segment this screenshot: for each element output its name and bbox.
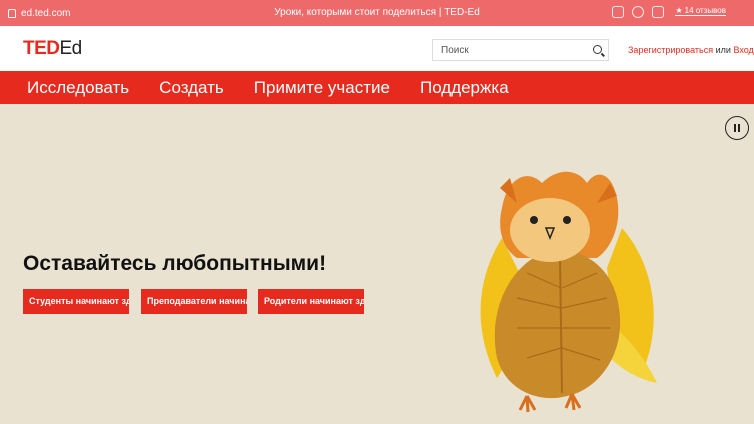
- nav-item-create[interactable]: Создать: [159, 78, 224, 98]
- bookmark-icon[interactable]: [652, 6, 664, 18]
- hero-headline: Оставайтесь любопытными!: [23, 252, 327, 275]
- reader-mode-icon[interactable]: [612, 6, 624, 18]
- students-start-button[interactable]: Студенты начинают здесь: [23, 289, 129, 314]
- star-icon: ★: [675, 6, 683, 15]
- logo-ted: TED: [23, 38, 60, 59]
- teachers-start-button[interactable]: Преподаватели начинают здесь: [141, 289, 247, 314]
- search-input[interactable]: [433, 40, 583, 61]
- login-link[interactable]: Вход: [733, 45, 753, 55]
- reviews-label: 14 отзывов: [684, 6, 726, 15]
- search-icon[interactable]: [593, 45, 602, 54]
- or-text: или: [715, 45, 731, 55]
- logo-ed: Ed: [59, 38, 83, 59]
- browser-toolbar: ed.ted.com Уроки, которыми стоит поделит…: [0, 0, 754, 26]
- nav-item-get-involved[interactable]: Примите участие: [254, 78, 390, 98]
- site-header: TEDEd Зарегистрироваться или Вход: [0, 26, 754, 71]
- hero-section: Оставайтесь любопытными! Студенты начина…: [0, 104, 754, 424]
- extension-icon[interactable]: [632, 6, 644, 18]
- ted-ed-logo[interactable]: TEDEd: [23, 38, 82, 60]
- leaf-owl-illustration: [480, 171, 657, 413]
- pause-icon[interactable]: [725, 116, 749, 140]
- search-box: [432, 39, 609, 61]
- nav-item-explore[interactable]: Исследовать: [27, 78, 129, 98]
- main-nav: Исследовать Создать Примите участие Подд…: [0, 71, 754, 104]
- parents-start-button[interactable]: Родители начинают здесь: [258, 289, 364, 314]
- nav-item-support[interactable]: Поддержка: [420, 78, 509, 98]
- reviews-link[interactable]: ★ 14 отзывов: [675, 6, 726, 16]
- register-link[interactable]: Зарегистрироваться: [628, 45, 713, 55]
- auth-links: Зарегистрироваться или Вход: [628, 45, 754, 55]
- browser-icons: [612, 6, 664, 18]
